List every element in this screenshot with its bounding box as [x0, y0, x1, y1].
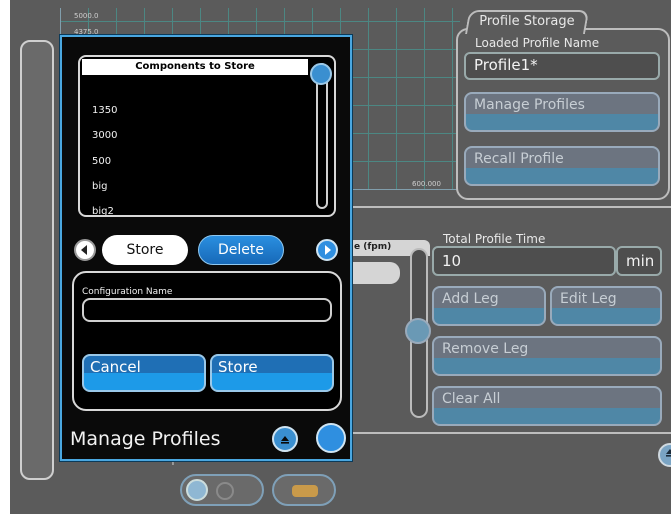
- info-icon: [216, 482, 234, 500]
- bottom-toggle-right[interactable]: [272, 474, 336, 506]
- components-list-header: Components to Store: [82, 59, 308, 75]
- list-item[interactable]: big: [92, 181, 107, 192]
- total-time-unit: min: [616, 246, 662, 276]
- bottom-toggle-left[interactable]: [180, 474, 264, 506]
- chevron-left-icon[interactable]: [74, 239, 96, 261]
- graph-y-top-label: 5000.0: [74, 12, 99, 20]
- cancel-button[interactable]: Cancel: [82, 354, 206, 392]
- toggle-knob: [186, 479, 208, 501]
- dialog-corner-button[interactable]: [316, 423, 346, 453]
- config-name-label: Configuration Name: [82, 287, 173, 297]
- manage-profiles-button[interactable]: Manage Profiles: [464, 92, 660, 132]
- remove-leg-button[interactable]: Remove Leg: [432, 336, 662, 376]
- battery-icon: [292, 485, 318, 497]
- tab-store[interactable]: Store: [102, 235, 188, 265]
- add-leg-button[interactable]: Add Leg: [432, 286, 546, 326]
- collapse-up-icon[interactable]: [272, 426, 298, 452]
- store-button[interactable]: Store: [210, 354, 334, 392]
- tab-delete[interactable]: Delete: [198, 235, 284, 265]
- rate-bar: [348, 262, 400, 284]
- graph-x-end-label: 600.000: [412, 180, 441, 188]
- list-item[interactable]: 1350: [92, 105, 117, 116]
- loaded-profile-label: Loaded Profile Name: [475, 36, 600, 50]
- profile-storage-tab: Profile Storage: [465, 10, 590, 34]
- dialog-title: Manage Profiles: [70, 428, 221, 450]
- config-name-input[interactable]: [82, 298, 332, 322]
- manage-profiles-dialog: Components to Store 1350 3000 500 big bi…: [60, 35, 352, 461]
- clear-all-button[interactable]: Clear All: [432, 386, 662, 426]
- app-screen: 5000.0 4375.0 600.000 Profile Storage Lo…: [10, 0, 671, 514]
- total-time-label: Total Profile Time: [443, 232, 546, 246]
- recall-profile-button[interactable]: Recall Profile: [464, 146, 660, 186]
- list-scroll-knob[interactable]: [310, 63, 332, 85]
- list-item[interactable]: 3000: [92, 130, 117, 141]
- collapse-up-icon[interactable]: [658, 443, 671, 467]
- components-list: Components to Store 1350 3000 500 big bi…: [78, 55, 336, 217]
- list-item[interactable]: 500: [92, 156, 111, 167]
- edit-leg-button[interactable]: Edit Leg: [550, 286, 662, 326]
- loaded-profile-field[interactable]: Profile1*: [464, 52, 660, 80]
- chevron-right-icon[interactable]: [316, 239, 338, 261]
- list-item[interactable]: big2: [92, 206, 114, 215]
- rate-slider-knob[interactable]: [405, 318, 431, 344]
- left-rail-panel: [20, 40, 54, 480]
- total-time-field[interactable]: 10: [432, 246, 616, 276]
